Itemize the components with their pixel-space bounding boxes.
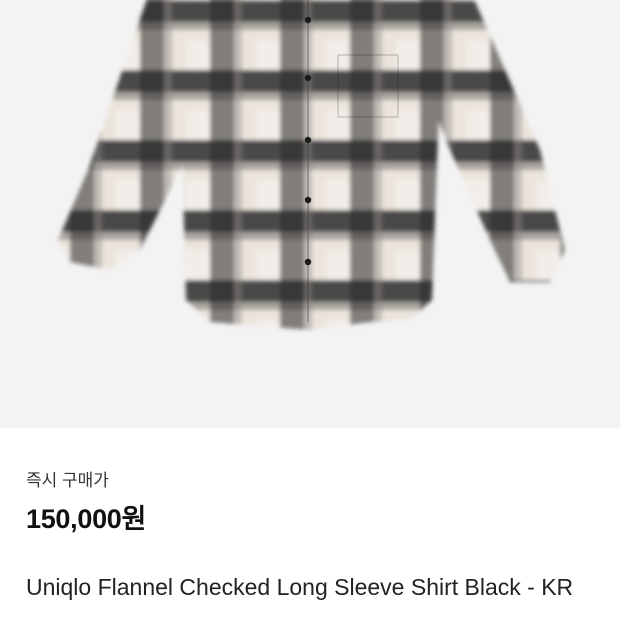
- product-info: 즉시 구매가 150,000원 Uniqlo Flannel Checked L…: [0, 466, 620, 602]
- shirt-illustration: [58, 0, 565, 330]
- product-image[interactable]: [0, 0, 620, 428]
- price-label: 즉시 구매가: [26, 471, 109, 490]
- price-value: 150,000원: [26, 504, 147, 534]
- product-title: Uniqlo Flannel Checked Long Sleeve Shirt…: [26, 574, 574, 600]
